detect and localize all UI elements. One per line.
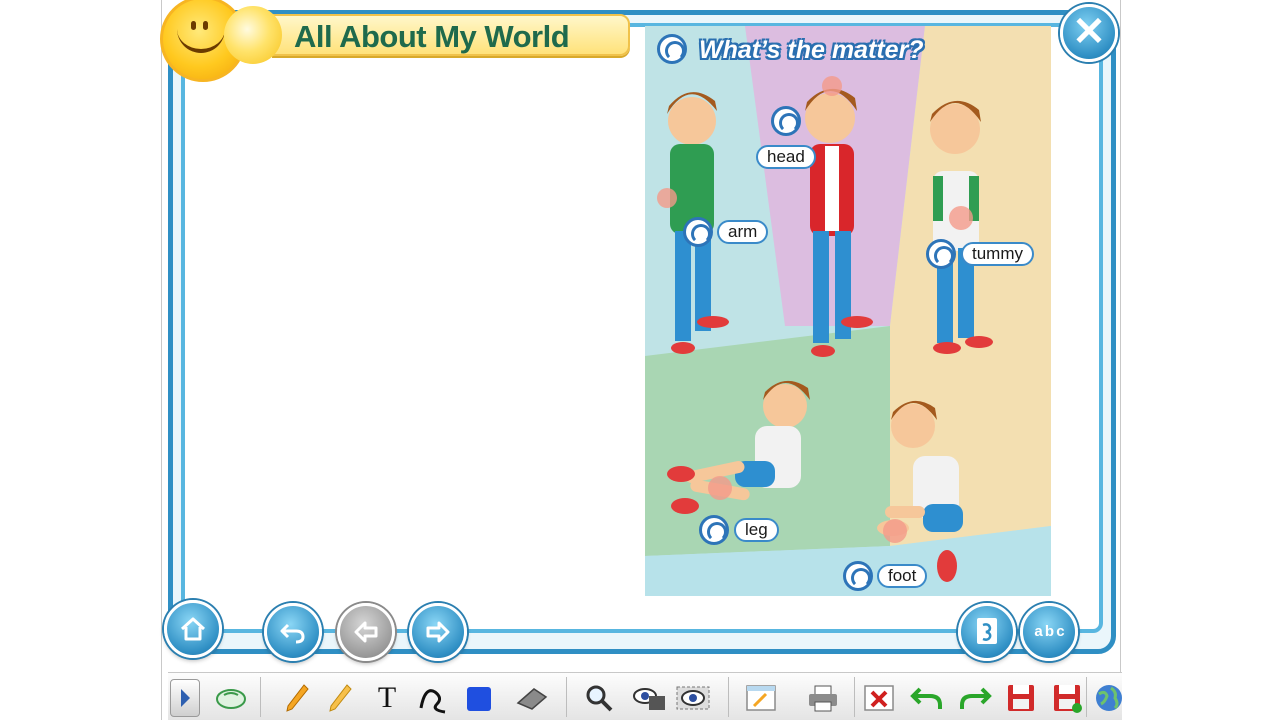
save-as-button[interactable]: [1048, 679, 1086, 717]
eraser-icon: [516, 688, 548, 710]
toolbar-divider: [1086, 677, 1087, 717]
curve-tool[interactable]: [414, 679, 452, 717]
shape-icon: [467, 687, 491, 711]
shape-tool[interactable]: [460, 679, 498, 717]
toggle-panel-icon: [181, 689, 190, 707]
abc-button[interactable]: a b c: [1020, 603, 1078, 661]
title-bar: All About My World: [272, 14, 630, 56]
clear-icon: [864, 685, 894, 711]
audio-foot-icon[interactable]: [843, 561, 873, 591]
save-as-icon: [1054, 685, 1082, 713]
scene-heading: What’s the matter?: [699, 36, 924, 64]
eraser-tool[interactable]: [513, 679, 551, 717]
toolbar-divider: [260, 677, 261, 717]
audio-tummy-icon[interactable]: [926, 239, 956, 269]
toggle-panel-button[interactable]: [170, 679, 200, 717]
audio-leg-icon[interactable]: [699, 515, 729, 545]
sun-ball-decoration: [224, 6, 282, 64]
app-title: All About My World: [294, 19, 570, 54]
arrow-right-icon: [426, 621, 450, 643]
highlighter-tool[interactable]: [321, 679, 359, 717]
abc-icon: a b c: [1034, 623, 1064, 640]
print-icon: [809, 685, 837, 712]
reveal-tool[interactable]: [630, 679, 668, 717]
clear-button[interactable]: [860, 679, 898, 717]
audio-head-icon[interactable]: [771, 106, 801, 136]
pencil-tool[interactable]: [278, 679, 316, 717]
toolbar-divider: [728, 677, 729, 717]
web-link-button[interactable]: [1090, 679, 1128, 717]
heading-audio-icon[interactable]: [657, 34, 687, 64]
app-window: All About My World ✕ What’s the matter? …: [160, 0, 1122, 720]
glossary-icon: [977, 618, 997, 644]
word-label-tummy[interactable]: tummy: [961, 242, 1034, 266]
zoom-icon: [586, 685, 613, 712]
spotlight-icon: [676, 686, 710, 710]
redo-button[interactable]: [956, 679, 994, 717]
whiteboard-tool[interactable]: [742, 679, 780, 717]
next-page-button[interactable]: [409, 603, 467, 661]
pencil-icon: [286, 684, 309, 712]
highlighter-icon: [329, 684, 352, 712]
glossary-button[interactable]: [958, 603, 1016, 661]
globe-icon: [1096, 685, 1122, 711]
reveal-icon: [633, 688, 665, 710]
undo-icon: [910, 687, 942, 709]
home-icon: [180, 617, 206, 641]
whiteboard-icon: [746, 685, 776, 711]
undo-button[interactable]: [908, 679, 946, 717]
mouse-icon: [216, 689, 246, 709]
illustration-panel: What’s the matter? head arm tummy leg fo…: [645, 26, 1051, 596]
illustration-background: [645, 26, 1051, 596]
undo-icon: [280, 623, 305, 644]
zoom-tool[interactable]: [580, 679, 618, 717]
spotlight-tool[interactable]: [674, 679, 712, 717]
word-label-arm[interactable]: arm: [717, 220, 769, 244]
text-tool[interactable]: T: [368, 679, 406, 717]
redo-icon: [960, 687, 992, 709]
home-button[interactable]: [164, 600, 222, 658]
bottom-toolbar: T: [168, 672, 1122, 720]
toolbar-divider: [854, 677, 855, 717]
audio-arm-icon[interactable]: [683, 217, 713, 247]
word-label-foot[interactable]: foot: [877, 564, 928, 588]
print-button[interactable]: [804, 679, 842, 717]
toolbar-divider: [566, 677, 567, 717]
undo-page-button[interactable]: [264, 603, 322, 661]
save-button[interactable]: [1002, 679, 1040, 717]
mouse-tool[interactable]: [212, 679, 250, 717]
sun-mouth: [177, 29, 225, 53]
arrow-left-icon: [354, 621, 378, 643]
close-button[interactable]: ✕: [1060, 4, 1118, 62]
word-label-leg[interactable]: leg: [734, 518, 779, 542]
word-label-head[interactable]: head: [756, 145, 816, 169]
curve-icon: [419, 689, 446, 714]
save-icon: [1008, 685, 1034, 711]
previous-page-button[interactable]: [337, 603, 395, 661]
